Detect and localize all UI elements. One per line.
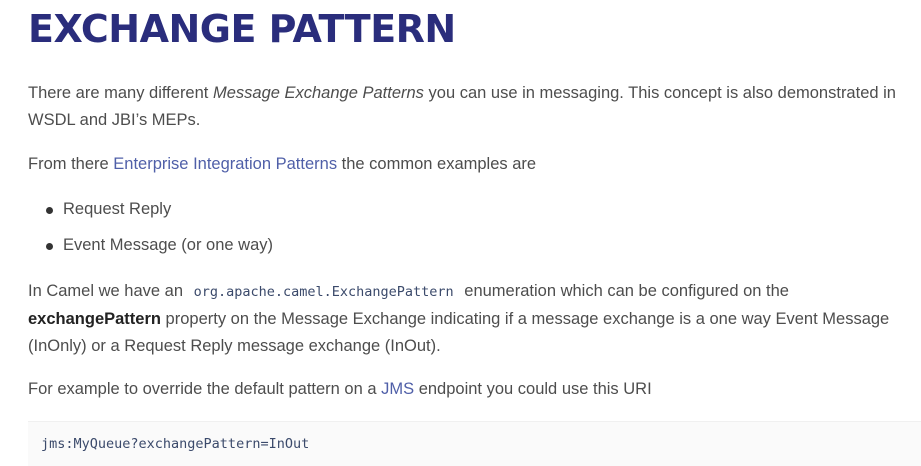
article-content: EXCHANGE PATTERN There are many differen… <box>28 0 921 398</box>
property-name: exchangePattern <box>28 310 161 328</box>
jms-text-end: endpoint you could use this URI <box>414 380 652 398</box>
bullet-icon <box>46 207 53 214</box>
intro-paragraph: There are many different Message Exchang… <box>28 80 913 134</box>
eip-link[interactable]: Enterprise Integration Patterns <box>113 155 337 173</box>
examples-paragraph: From there Enterprise Integration Patter… <box>28 151 536 178</box>
code-block: jms:MyQueue?exchangePattern=InOut <box>28 421 921 466</box>
list-item: Request Reply <box>28 196 273 232</box>
page-title: EXCHANGE PATTERN <box>28 7 456 51</box>
list-item: Event Message (or one way) <box>28 232 273 268</box>
examples-list: Request Reply Event Message (or one way) <box>28 196 273 268</box>
bullet-icon <box>46 243 53 250</box>
camel-text-mid: enumeration which can be configured on t… <box>459 282 789 300</box>
code-block-text: jms:MyQueue?exchangePattern=InOut <box>41 436 310 452</box>
camel-text-start: In Camel we have an <box>28 282 188 300</box>
jms-text-start: For example to override the default patt… <box>28 380 382 398</box>
list-item-label: Request Reply <box>63 200 172 218</box>
inline-code: org.apache.camel.ExchangePattern <box>193 284 454 300</box>
examples-text-end: the common examples are <box>337 155 537 173</box>
jms-paragraph: For example to override the default patt… <box>28 376 652 403</box>
intro-emphasis: Message Exchange Patterns <box>212 84 424 102</box>
jms-link[interactable]: JMS <box>381 380 414 398</box>
intro-text-start: There are many different <box>28 84 213 102</box>
camel-paragraph: In Camel we have an org.apache.camel.Exc… <box>28 278 908 360</box>
list-item-label: Event Message (or one way) <box>63 236 274 254</box>
examples-text-start: From there <box>28 155 114 173</box>
